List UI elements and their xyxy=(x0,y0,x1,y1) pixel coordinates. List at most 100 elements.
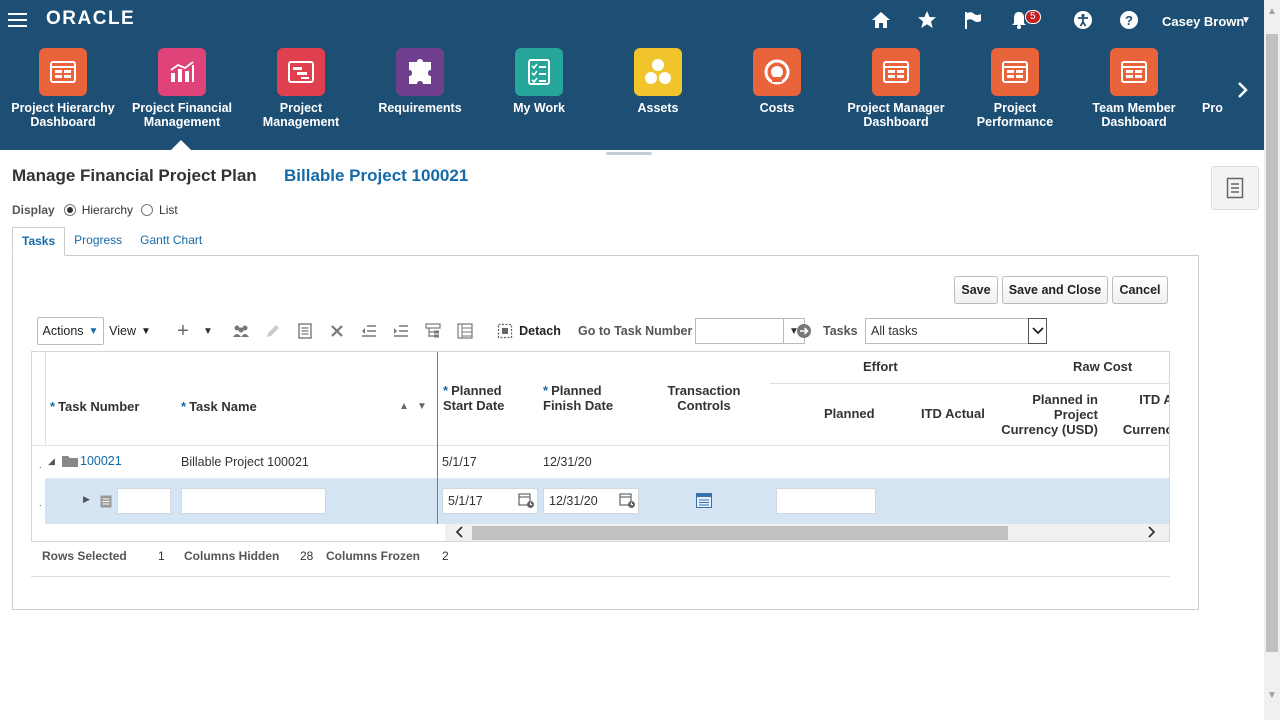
help-icon[interactable]: ? xyxy=(1117,10,1141,34)
table-horizontal-scrollbar[interactable] xyxy=(445,524,1169,541)
scroll-up-icon[interactable]: ▲ xyxy=(1267,6,1277,17)
springboard-item[interactable]: Project Performance Dashboard xyxy=(956,48,1074,129)
outdent-icon[interactable] xyxy=(358,317,380,345)
user-menu[interactable]: Casey Brown xyxy=(1162,14,1244,29)
edit-icon[interactable] xyxy=(262,317,284,345)
col-header-task-number[interactable]: * Task Number xyxy=(50,399,139,414)
dashboard-icon xyxy=(1110,48,1158,96)
springboard-item[interactable]: Project Management xyxy=(242,48,360,129)
rows-selected-label: Rows Selected xyxy=(42,549,127,563)
actions-menu[interactable]: Actions ▼ xyxy=(37,317,104,345)
side-panel-button[interactable] xyxy=(1211,166,1259,210)
springboard-item[interactable]: Pro xyxy=(1194,48,1264,115)
save-and-close-button[interactable]: Save and Close xyxy=(1002,276,1108,304)
springboard-item-label: My Work xyxy=(513,101,565,115)
springboard-item[interactable]: Assets xyxy=(599,48,717,115)
checklist-icon xyxy=(515,48,563,96)
task-name: Billable Project 100021 xyxy=(181,455,309,469)
home-icon[interactable] xyxy=(869,10,893,34)
chevron-down-icon[interactable]: ▼ xyxy=(197,317,219,345)
col-header-task-name[interactable]: * Task Name xyxy=(181,399,257,414)
flag-icon[interactable] xyxy=(961,10,985,34)
row-marker: . xyxy=(39,498,42,508)
oracle-logo: ORACLE xyxy=(46,8,136,29)
col-header-raw-planned[interactable]: Planned in Project Currency (USD) xyxy=(996,392,1098,437)
detach-icon xyxy=(498,323,513,339)
detach-button[interactable]: Detach xyxy=(494,317,564,345)
tab-gantt-chart[interactable]: Gantt Chart xyxy=(131,227,211,256)
save-button[interactable]: Save xyxy=(954,276,998,304)
radio-list-label: List xyxy=(159,203,178,217)
table-row[interactable]: ◢ 100021 Billable Project 100021 5/1/17 … xyxy=(45,446,1169,479)
transaction-controls-icon[interactable] xyxy=(696,493,712,511)
springboard-item[interactable]: Requirements xyxy=(361,48,479,115)
add-icon[interactable]: + xyxy=(172,317,194,345)
scrollbar-thumb[interactable] xyxy=(472,526,1008,540)
chevron-down-icon[interactable]: ▼ xyxy=(1241,15,1251,26)
menu-icon[interactable] xyxy=(8,10,27,28)
col-header-planned-start[interactable]: * Planned Start Date xyxy=(443,383,504,413)
effort-planned-input[interactable] xyxy=(776,488,876,514)
star-icon[interactable] xyxy=(915,10,939,34)
scrollbar-thumb[interactable] xyxy=(1266,34,1278,652)
calendar-icon[interactable] xyxy=(619,492,636,517)
springboard-item[interactable]: Team Member Dashboard xyxy=(1075,48,1193,129)
scroll-down-icon[interactable]: ▼ xyxy=(1267,690,1277,701)
go-to-task-input[interactable] xyxy=(695,318,784,344)
springboard-item-label: Team Member Dashboard xyxy=(1092,101,1176,129)
hierarchy-icon[interactable] xyxy=(422,317,444,345)
col-group-effort: Effort xyxy=(863,359,898,374)
sort-descending-icon[interactable]: ▼ xyxy=(417,401,427,412)
chevron-down-icon[interactable] xyxy=(1028,318,1047,344)
springboard-item-label: Costs xyxy=(759,101,795,115)
cancel-button[interactable]: Cancel xyxy=(1112,276,1168,304)
sort-ascending-icon[interactable]: ▲ xyxy=(399,401,409,412)
details-icon[interactable] xyxy=(294,317,316,345)
springboard-item[interactable]: Project Hierarchy Dashboard xyxy=(4,48,122,129)
radio-hierarchy[interactable] xyxy=(63,204,76,216)
team-icon[interactable] xyxy=(230,317,252,345)
tab-tasks[interactable]: Tasks xyxy=(12,227,66,256)
scroll-left-icon[interactable] xyxy=(454,525,464,541)
tasks-filter-select[interactable]: All tasks xyxy=(865,318,1047,344)
radio-list[interactable] xyxy=(141,204,154,216)
calendar-icon[interactable] xyxy=(518,492,535,517)
expand-all-icon[interactable] xyxy=(454,317,476,345)
notification-badge: 5 xyxy=(1025,10,1041,24)
col-header-transaction-controls[interactable]: Transaction Controls xyxy=(644,383,764,413)
task-name-input[interactable] xyxy=(181,488,326,514)
planned-finish-input[interactable]: 12/31/20 xyxy=(543,488,639,514)
tab-bar: Tasks Progress Gantt Chart xyxy=(12,227,211,256)
task-number-link[interactable]: 100021 xyxy=(80,454,122,468)
springboard-collapse-handle[interactable] xyxy=(606,152,652,155)
indent-icon[interactable] xyxy=(390,317,412,345)
col-header-planned-finish[interactable]: * Planned Finish Date xyxy=(543,383,613,413)
delete-icon[interactable] xyxy=(326,317,348,345)
springboard-item[interactable]: My Work xyxy=(480,48,598,115)
table-row[interactable]: ▶ 5/1/17 12/31/20 xyxy=(45,479,1169,524)
springboard-item[interactable]: Project Manager Dashboard xyxy=(837,48,955,129)
col-header-effort-itd-actual[interactable]: ITD Actual xyxy=(921,406,985,421)
expand-icon[interactable]: ▶ xyxy=(83,494,90,505)
planned-finish-value: 12/31/20 xyxy=(549,494,598,508)
scroll-right-icon[interactable] xyxy=(1147,525,1157,541)
accessibility-icon[interactable] xyxy=(1071,10,1095,34)
go-arrow-icon[interactable] xyxy=(794,317,814,345)
springboard-item[interactable]: Project Financial Management xyxy=(123,48,241,129)
planned-start-input[interactable]: 5/1/17 xyxy=(442,488,538,514)
dashboard-icon xyxy=(872,48,920,96)
col-header-raw-itd-actual[interactable]: ITD Ac P Currency xyxy=(1110,392,1169,437)
springboard-item-label: Project Hierarchy Dashboard xyxy=(11,101,115,129)
tab-progress[interactable]: Progress xyxy=(65,227,131,256)
task-number-input[interactable] xyxy=(117,488,171,514)
col-header-effort-planned[interactable]: Planned xyxy=(824,406,875,421)
display-label: Display xyxy=(12,203,55,217)
go-to-task-label: Go to Task Number xyxy=(578,324,693,338)
collapse-icon[interactable]: ◢ xyxy=(48,456,55,467)
detach-label: Detach xyxy=(519,324,561,338)
display-options: Display Hierarchy List xyxy=(12,203,186,217)
view-menu[interactable]: View ▼ xyxy=(105,317,155,345)
chevron-right-icon[interactable] xyxy=(1236,80,1250,106)
page-scrollbar[interactable]: ▲ ▼ xyxy=(1264,0,1280,720)
springboard-item[interactable]: Costs xyxy=(718,48,836,115)
